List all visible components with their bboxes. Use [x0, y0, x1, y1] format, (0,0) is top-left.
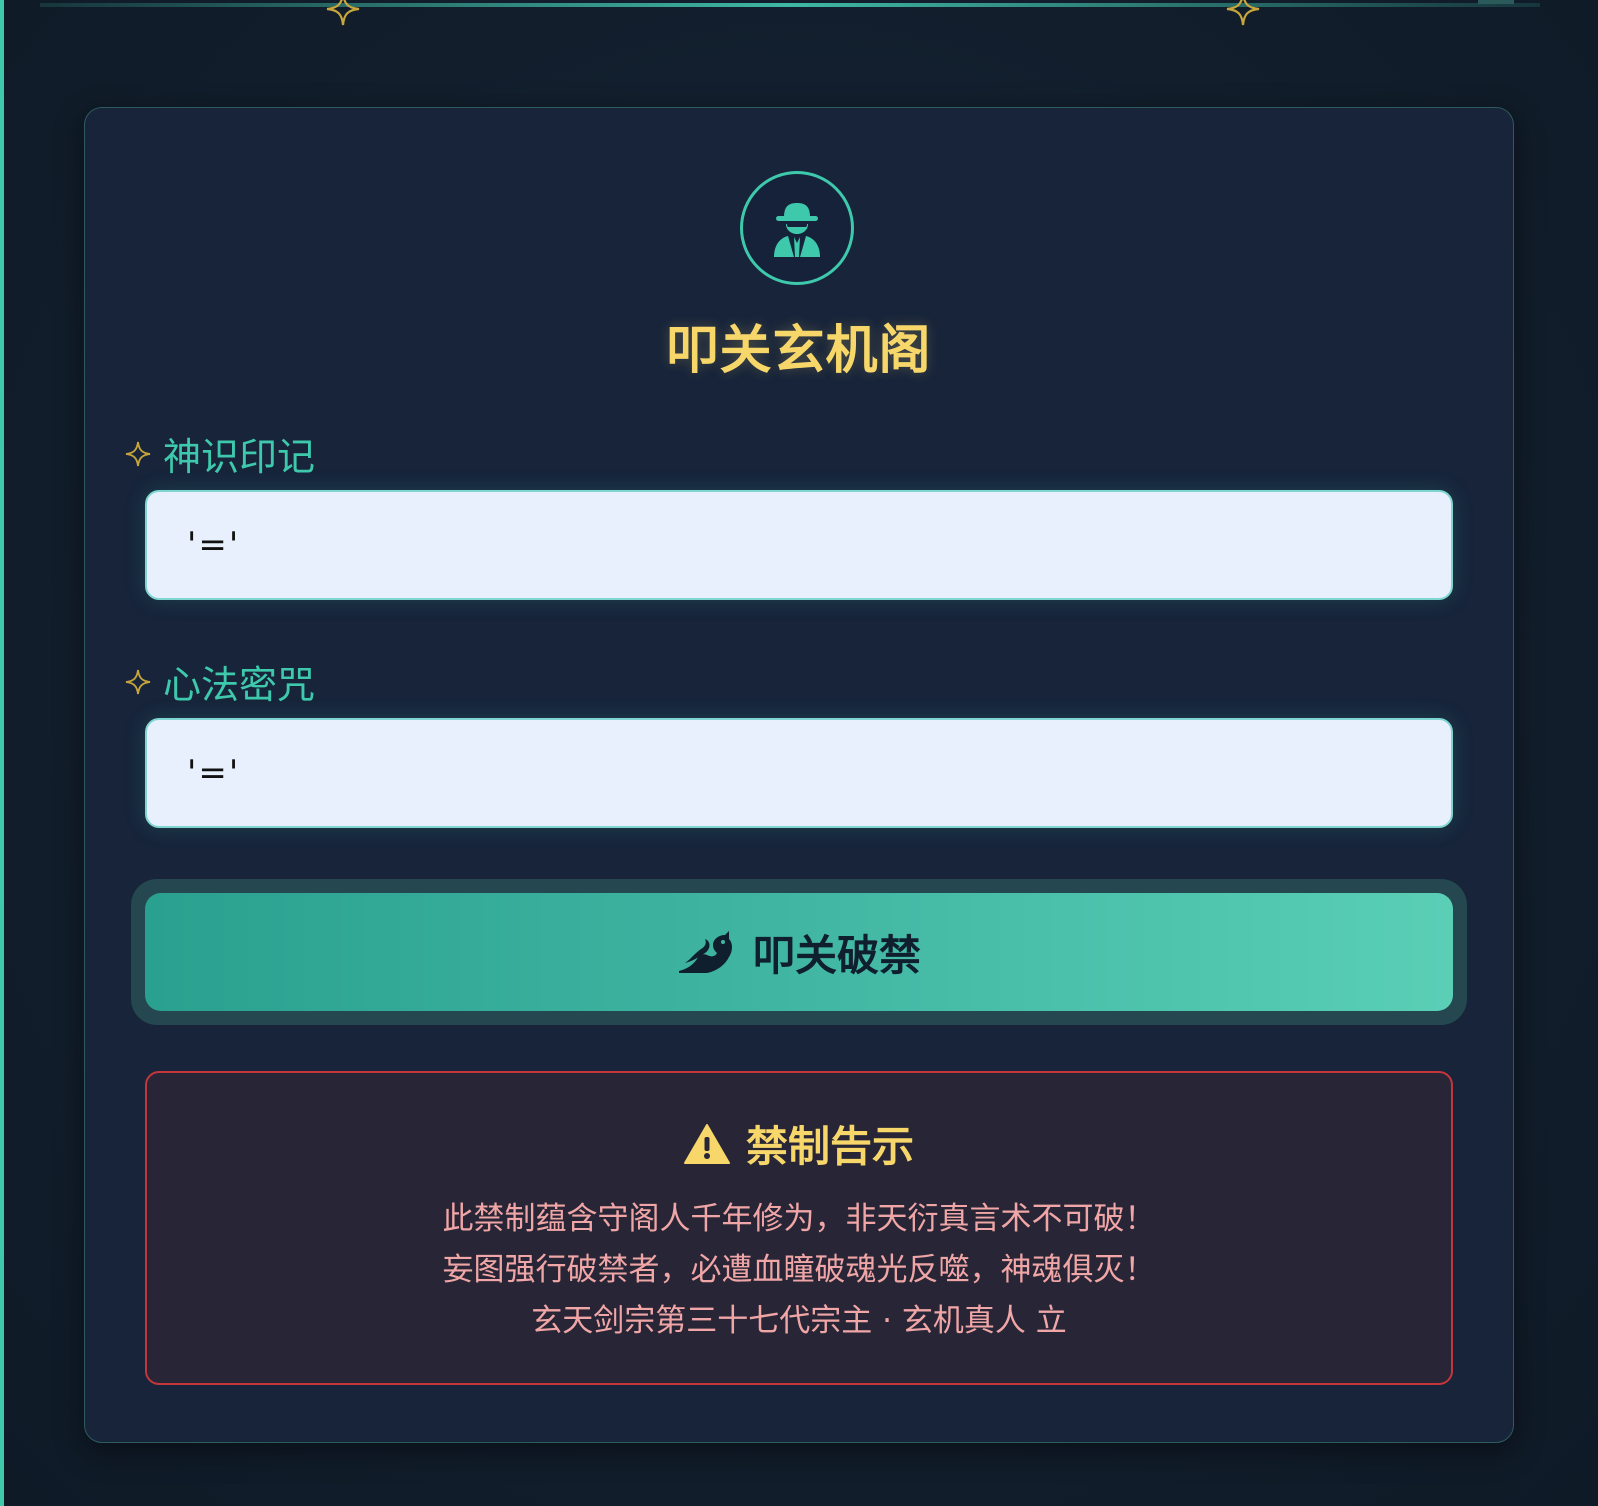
username-label: 神识印记 [125, 426, 315, 481]
warning-triangle-icon [683, 1123, 730, 1164]
left-edge-bar [0, 0, 4, 1506]
submit-button-frame: 叩关破禁 [131, 879, 1467, 1025]
submit-button[interactable]: 叩关破禁 [145, 893, 1453, 1011]
password-field-box [145, 718, 1453, 828]
page-title: 叩关玄机阁 [666, 321, 932, 381]
emblem [740, 171, 854, 285]
username-input[interactable] [147, 492, 1451, 598]
submit-button-label: 叩关破禁 [752, 930, 921, 980]
password-label: 心法密咒 [125, 654, 315, 709]
page: 叩关玄机阁 神识印记 心法密咒 [0, 0, 1598, 1506]
password-label-text: 心法密咒 [163, 663, 316, 707]
sparkle-icon [1226, 0, 1260, 26]
warning-signature: 玄天剑宗第三十七代宗主 · 玄机真人 立 [531, 1303, 1067, 1339]
top-divider [40, 3, 1540, 7]
dragon-icon [678, 931, 732, 973]
sparkle-icon [125, 669, 151, 694]
sparkle-icon [125, 441, 151, 466]
password-input[interactable] [147, 720, 1451, 826]
spy-icon [774, 203, 820, 257]
warning-title: 禁制告示 [745, 1122, 914, 1171]
login-card: 叩关玄机阁 神识印记 心法密咒 [84, 107, 1514, 1443]
warning-panel: 禁制告示 此禁制蕴含守阁人千年修为，非天衍真言术不可破！ 妄图强行破禁者，必遭血… [145, 1071, 1453, 1385]
warning-line: 妄图强行破禁者，必遭血瞳破魂光反噬，神魂俱灭！ [442, 1252, 1156, 1288]
warning-heading: 禁制告示 [147, 1113, 1451, 1174]
warning-line: 此禁制蕴含守阁人千年修为，非天衍真言术不可破！ [442, 1201, 1156, 1237]
username-label-text: 神识印记 [163, 435, 316, 479]
top-tab [1478, 0, 1514, 4]
sparkle-icon [326, 0, 360, 26]
username-field-box [145, 490, 1453, 600]
